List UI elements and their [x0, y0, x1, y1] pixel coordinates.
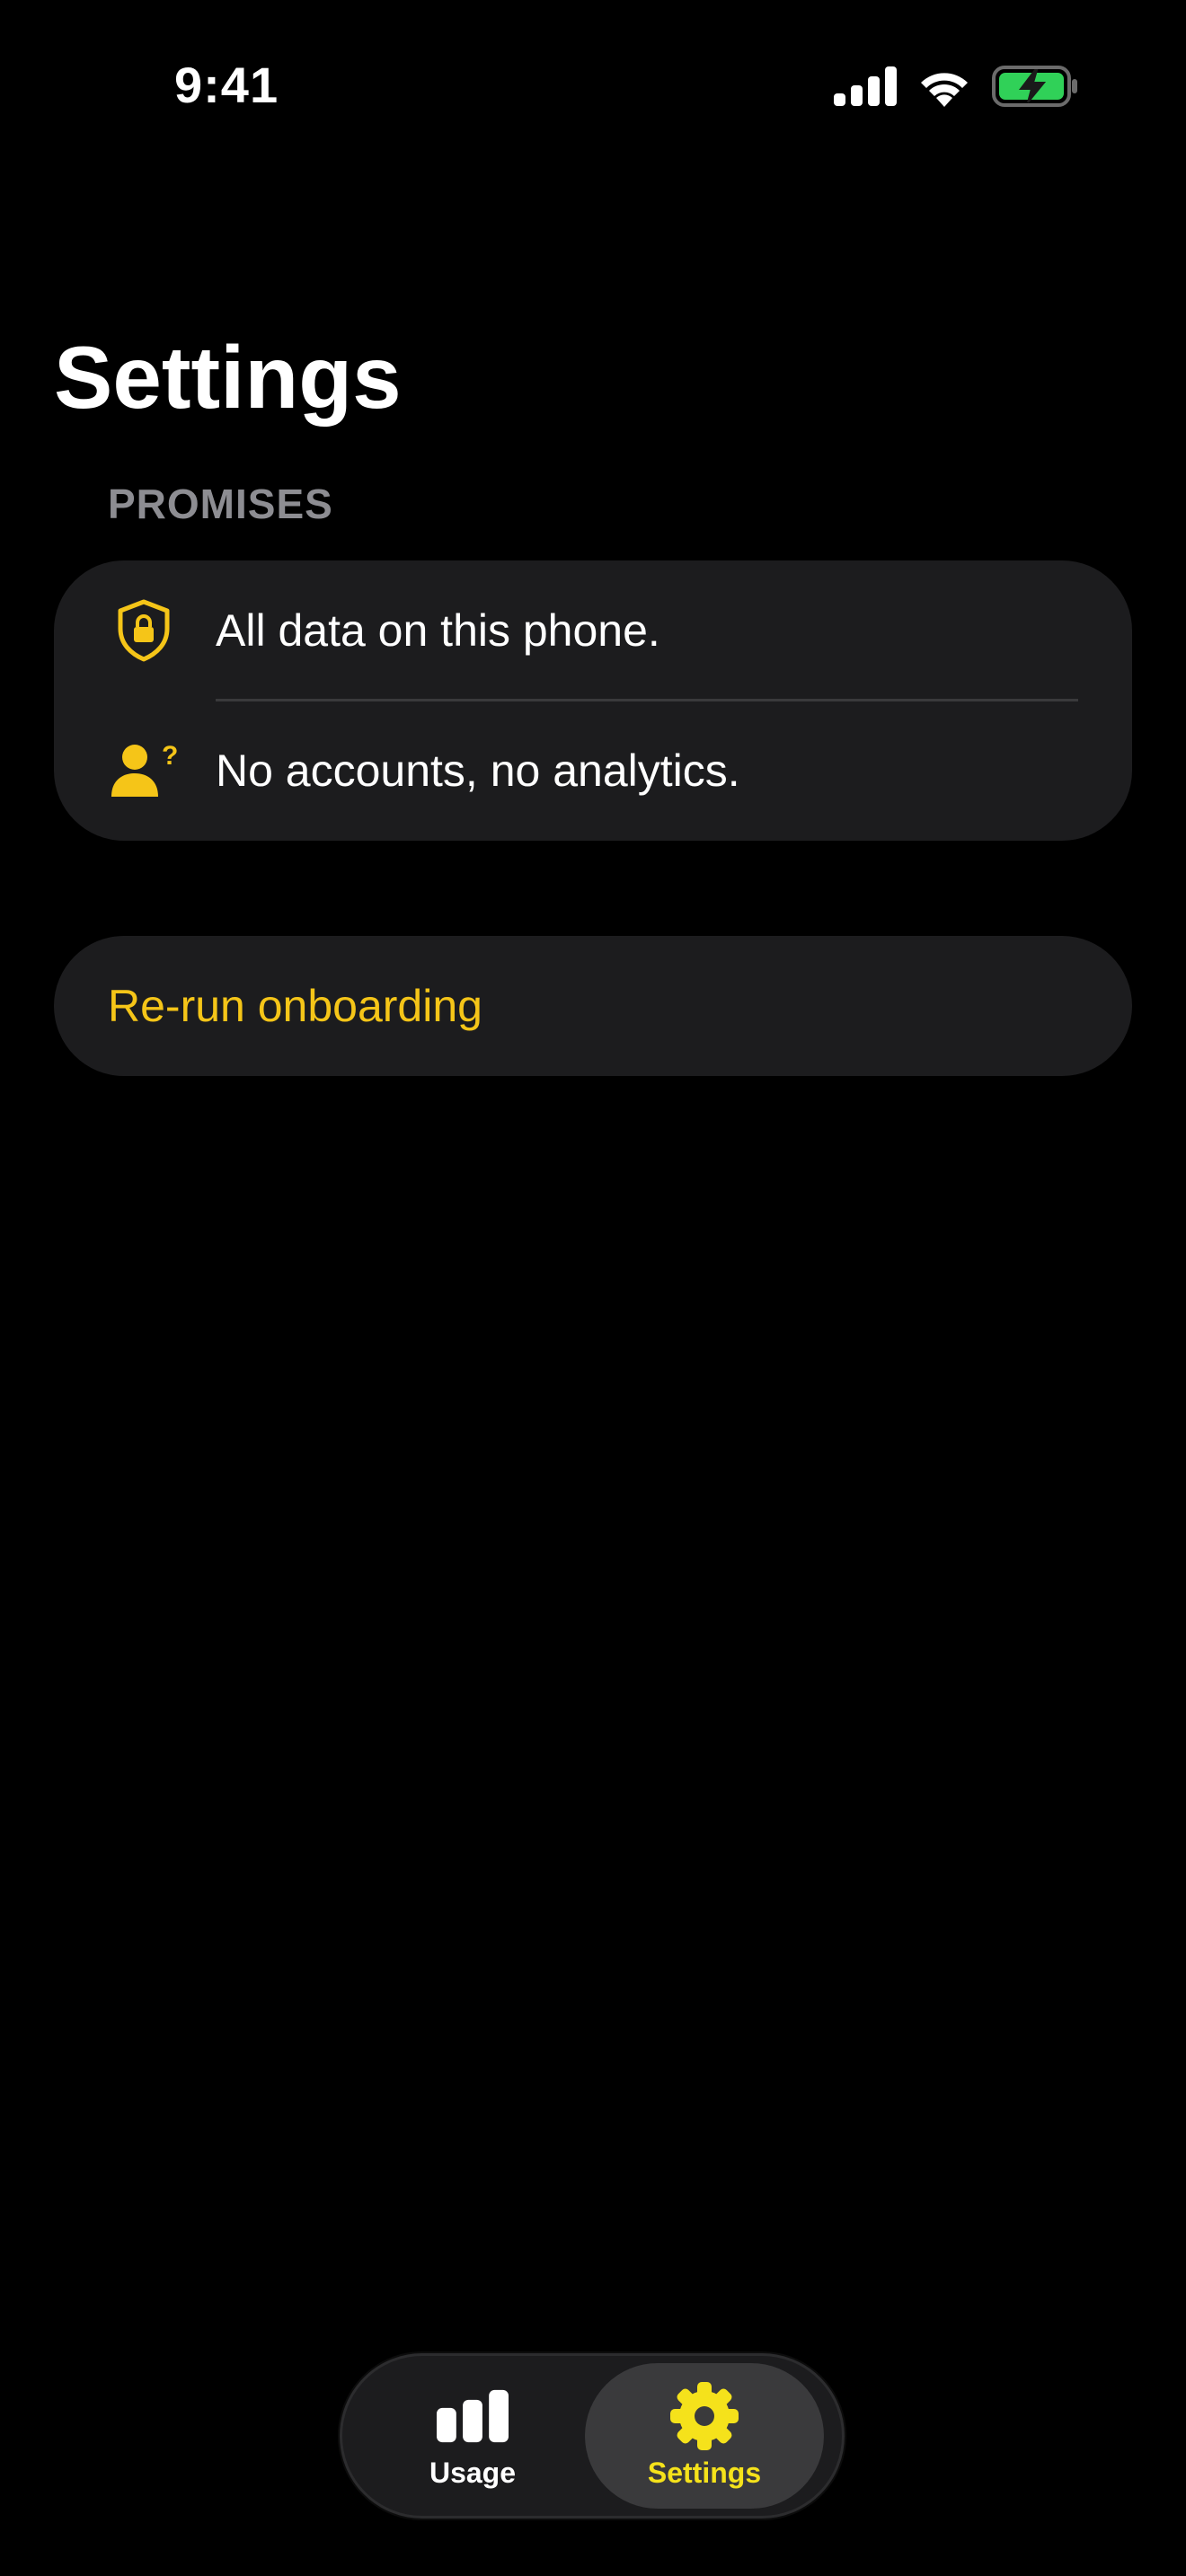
shield-lock-icon: [108, 595, 180, 666]
rerun-onboarding-label: Re-run onboarding: [108, 981, 482, 1031]
status-time: 9:41: [174, 57, 279, 113]
promise-label: No accounts, no analytics.: [216, 745, 740, 796]
section-header-promises: PROMISES: [108, 481, 333, 527]
status-icons: [834, 61, 1078, 111]
tab-settings[interactable]: Settings: [585, 2363, 824, 2509]
rerun-onboarding-button[interactable]: Re-run onboarding: [54, 936, 1132, 1076]
promise-row-no-accounts: ? No accounts, no analytics.: [54, 701, 1132, 841]
tab-usage[interactable]: Usage: [353, 2363, 592, 2509]
promise-row-data-on-phone: All data on this phone.: [54, 560, 1132, 701]
settings-screen: 9:41 Settings PROMISES All data on this …: [0, 0, 1186, 2576]
cellular-signal-icon: [834, 66, 897, 106]
gear-icon: [668, 2382, 740, 2450]
page-title: Settings: [54, 328, 402, 427]
bar-chart-icon: [437, 2383, 509, 2449]
promise-label: All data on this phone.: [216, 605, 660, 656]
svg-text:?: ?: [162, 741, 178, 771]
battery-charging-icon: [992, 65, 1078, 108]
tab-bar: Usage Settings: [340, 2353, 845, 2519]
person-question-icon: ?: [108, 735, 180, 807]
status-bar: 9:41: [0, 0, 1186, 171]
promises-card: All data on this phone. ? No accounts, n…: [54, 560, 1132, 841]
tab-settings-label: Settings: [647, 2457, 762, 2489]
wifi-icon: [916, 66, 972, 107]
tab-usage-label: Usage: [429, 2457, 517, 2489]
